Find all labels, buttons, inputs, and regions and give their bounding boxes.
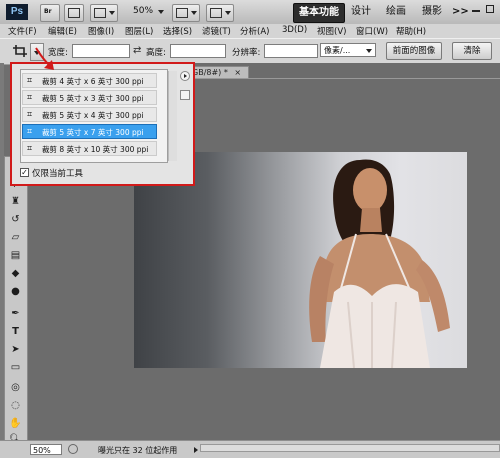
- eraser-icon[interactable]: ▱: [8, 231, 23, 244]
- resolution-input[interactable]: [264, 44, 318, 58]
- preset-item[interactable]: ⌗ 裁剪 5 英寸 x 3 英寸 300 ppi: [22, 90, 157, 105]
- new-preset-button[interactable]: [180, 90, 190, 100]
- status-menu-arrow-icon[interactable]: [194, 447, 198, 453]
- chevron-down-icon: [191, 11, 197, 15]
- clone-stamp-icon[interactable]: ♜: [8, 195, 23, 208]
- blur-icon[interactable]: ◆: [8, 267, 23, 280]
- preset-item[interactable]: ⌗ 裁剪 5 英寸 x 4 英寸 300 ppi: [22, 107, 157, 122]
- preset-label: 裁剪 8 英寸 x 10 英寸 300 ppi: [42, 145, 149, 154]
- crop-icon: ⌗: [27, 110, 33, 120]
- preset-list-scrollbar[interactable]: [168, 71, 177, 161]
- preset-item[interactable]: ⌗ 裁剪 8 英寸 x 10 英寸 300 ppi: [22, 141, 157, 156]
- preset-label: 裁剪 5 英寸 x 4 英寸 300 ppi: [42, 111, 144, 120]
- history-brush-icon[interactable]: ↺: [8, 213, 23, 226]
- preset-panel-menu-button[interactable]: [180, 71, 190, 81]
- height-label: 高度:: [146, 48, 166, 58]
- pen-icon[interactable]: ✒: [8, 307, 23, 320]
- resolution-unit-select[interactable]: 像素/...: [320, 43, 376, 57]
- screen-mode-button[interactable]: [206, 4, 234, 22]
- crop-tool-icon[interactable]: [12, 44, 28, 58]
- minimize-icon[interactable]: [472, 10, 480, 12]
- view-extras-button[interactable]: [90, 4, 118, 22]
- crop-icon: ⌗: [27, 127, 33, 137]
- close-tab-icon[interactable]: ×: [234, 68, 241, 77]
- menu-image[interactable]: 图像(I): [88, 25, 114, 37]
- menu-analysis[interactable]: 分析(A): [240, 25, 269, 37]
- screen-mode-icon: [210, 8, 222, 18]
- gradient-icon[interactable]: ▤: [8, 249, 23, 262]
- tool-preset-popup: ⌗ 裁剪 4 英寸 x 6 英寸 300 ppi ⌗ 裁剪 5 英寸 x 3 英…: [10, 62, 195, 186]
- hand-icon[interactable]: ✋: [8, 417, 23, 430]
- chevron-down-icon: [225, 11, 231, 15]
- preset-label: 裁剪 4 英寸 x 6 英寸 300 ppi: [42, 77, 144, 86]
- preset-label: 裁剪 5 英寸 x 3 英寸 300 ppi: [42, 94, 144, 103]
- menu-select[interactable]: 选择(S): [163, 25, 192, 37]
- workspace-design[interactable]: 设计: [347, 3, 375, 21]
- height-input[interactable]: [170, 44, 226, 58]
- path-selection-icon[interactable]: ➤: [8, 343, 23, 356]
- workspace-more[interactable]: >>: [452, 3, 469, 21]
- menu-view[interactable]: 视图(V): [317, 25, 346, 37]
- mini-bridge-icon: [68, 8, 80, 18]
- menu-filter[interactable]: 滤镜(T): [202, 25, 231, 37]
- rectangle-shape-icon[interactable]: ▭: [8, 361, 23, 374]
- play-icon: [184, 74, 187, 78]
- annotation-arrow-icon: [35, 47, 54, 70]
- tools-panel: ✎ / ♜ ↺ ▱ ▤ ◆ ● ✒ T ➤ ▭ ◎ ◌ ✋ 🔍︎: [4, 156, 28, 450]
- bridge-icon: Br: [44, 8, 52, 15]
- grid-icon: [94, 8, 106, 18]
- menu-help[interactable]: 帮助(H): [396, 25, 426, 37]
- width-input[interactable]: [72, 44, 130, 58]
- preset-label: 裁剪 5 英寸 x 7 英寸 300 ppi: [42, 128, 144, 137]
- resolution-label: 分辨率:: [232, 48, 261, 58]
- zoom-chevron-down-icon[interactable]: [158, 10, 164, 14]
- workspace-essentials[interactable]: 基本功能: [293, 3, 345, 23]
- photoshop-logo: Ps: [6, 4, 28, 20]
- 3d-orbit-icon[interactable]: ◌: [8, 399, 23, 412]
- document-tab-label: GB/8#) *: [192, 68, 228, 77]
- menu-window[interactable]: 窗口(W): [356, 25, 388, 37]
- 3d-rotate-icon[interactable]: ◎: [8, 381, 23, 394]
- crop-icon: ⌗: [27, 93, 33, 103]
- resolution-unit-value: 像素/...: [324, 46, 351, 55]
- current-tool-only-checkbox[interactable]: ✓: [20, 168, 29, 177]
- chevron-down-icon: [366, 49, 372, 53]
- menu-edit[interactable]: 编辑(E): [48, 25, 77, 37]
- arrange-icon: [176, 8, 188, 18]
- front-image-button[interactable]: 前面的图像: [386, 42, 442, 60]
- tab-strip: [188, 78, 500, 79]
- zoom-level[interactable]: 50%: [133, 6, 153, 16]
- preset-item-selected[interactable]: ⌗ 裁剪 5 英寸 x 7 英寸 300 ppi: [22, 124, 157, 139]
- tool-options-bar: 宽度: ⇄ 高度: 分辨率: 像素/... 前面的图像 清除: [0, 38, 500, 65]
- application-title-bar: Ps Br 50% 基本功能 设计 绘画 摄影 >>: [0, 0, 500, 25]
- maximize-icon[interactable]: [486, 5, 494, 13]
- menu-3d[interactable]: 3D(D): [282, 25, 307, 35]
- type-icon[interactable]: T: [8, 325, 23, 338]
- arrange-documents-button[interactable]: [172, 4, 200, 22]
- clear-button[interactable]: 清除: [452, 42, 492, 60]
- swap-dimensions-icon[interactable]: ⇄: [133, 45, 141, 56]
- current-tool-only-label: 仅限当前工具: [32, 169, 84, 179]
- document-info-icon[interactable]: [68, 444, 78, 454]
- preset-list: ⌗ 裁剪 4 英寸 x 6 英寸 300 ppi ⌗ 裁剪 5 英寸 x 3 英…: [20, 69, 177, 163]
- horizontal-scrollbar[interactable]: [200, 444, 500, 452]
- menu-file[interactable]: 文件(F): [8, 25, 37, 37]
- menu-bar: 文件(F) 编辑(E) 图像(I) 图层(L) 选择(S) 滤镜(T) 分析(A…: [0, 24, 500, 38]
- mini-bridge-button[interactable]: [64, 4, 84, 22]
- workspace-photography[interactable]: 摄影: [418, 3, 446, 21]
- bridge-button[interactable]: Br: [40, 4, 60, 22]
- status-message: 曝光只在 32 位起作用: [98, 446, 178, 455]
- dodge-icon[interactable]: ●: [8, 285, 23, 298]
- crop-icon: ⌗: [27, 76, 33, 86]
- crop-icon: ⌗: [27, 144, 33, 154]
- workspace-painting[interactable]: 绘画: [382, 3, 410, 21]
- status-zoom-field[interactable]: 50%: [30, 444, 62, 455]
- preset-item[interactable]: ⌗ 裁剪 4 英寸 x 6 英寸 300 ppi: [22, 73, 157, 88]
- menu-layer[interactable]: 图层(L): [125, 25, 153, 37]
- chevron-down-icon: [109, 11, 115, 15]
